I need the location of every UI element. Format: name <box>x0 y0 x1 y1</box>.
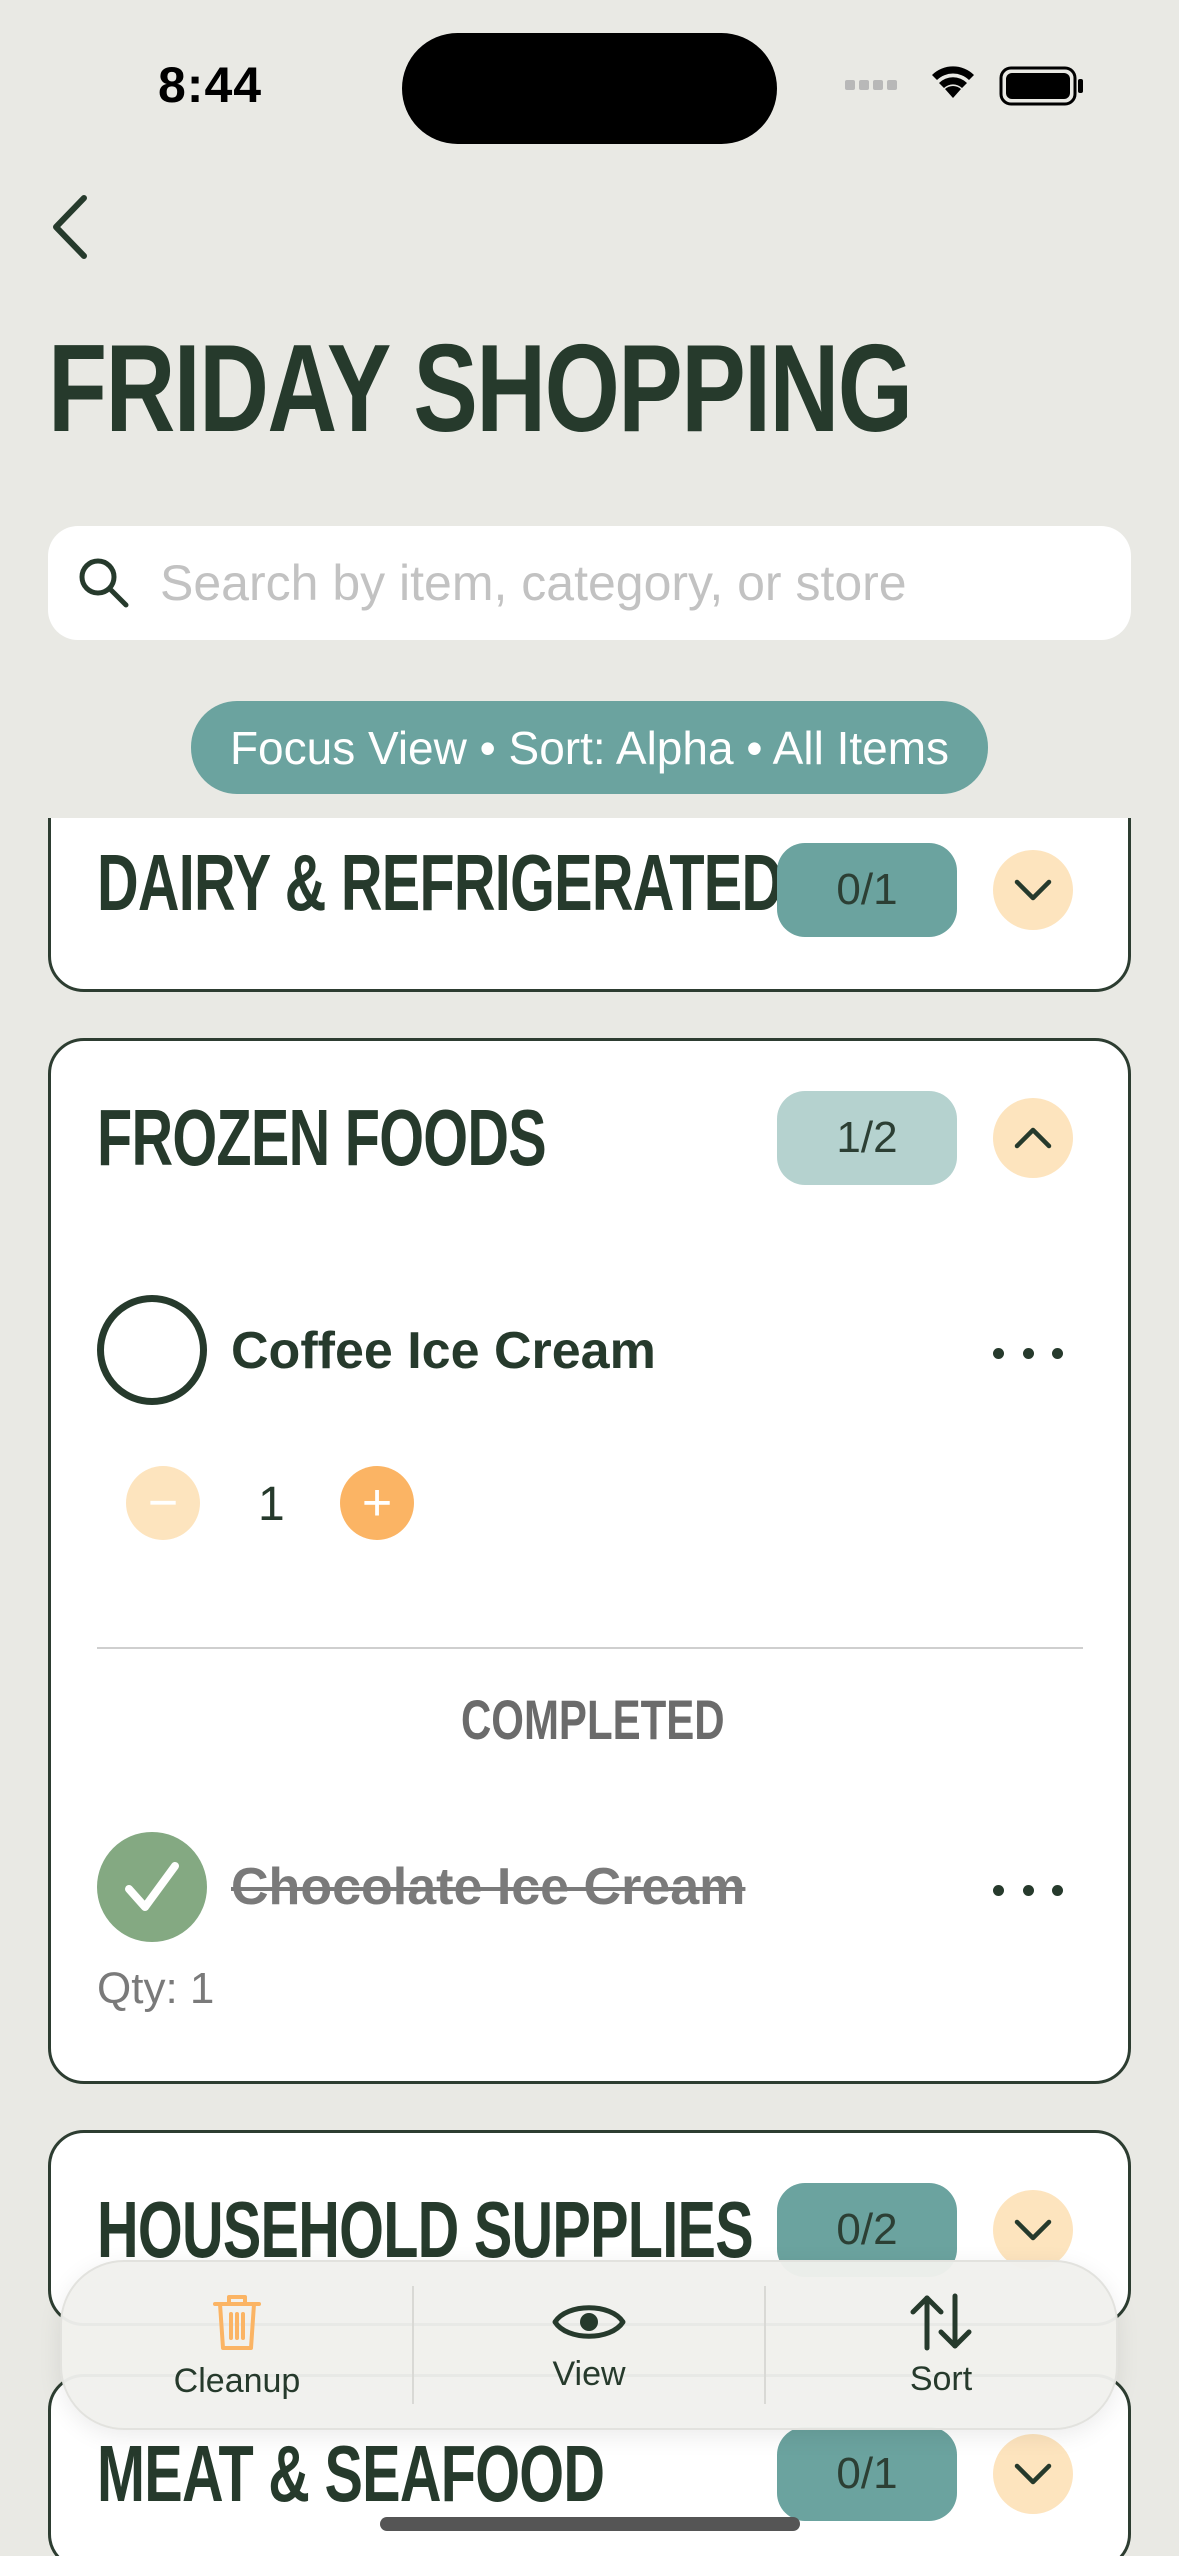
quantity-value: 1 <box>258 1478 285 1531</box>
expand-category-button[interactable] <box>993 2190 1073 2270</box>
category-title: FROZEN FOODS <box>97 1093 547 1182</box>
trash-icon <box>213 2294 261 2350</box>
expand-category-button[interactable] <box>993 2434 1073 2514</box>
category-count-badge: 0/1 <box>777 2427 957 2521</box>
item-more-button[interactable] <box>993 1333 1063 1373</box>
sort-button[interactable]: Sort <box>766 2262 1116 2428</box>
completed-section-label: COMPLETED <box>460 1688 725 1751</box>
cleanup-button[interactable]: Cleanup <box>62 2262 412 2428</box>
checkmark-icon <box>125 1862 179 1911</box>
more-dot-icon <box>1052 1884 1063 1896</box>
increment-button[interactable]: + <box>340 1466 414 1540</box>
signal-icon <box>845 80 897 90</box>
cleanup-label: Cleanup <box>173 2361 301 2400</box>
bottom-toolbar: Cleanup View Sort <box>60 2260 1118 2430</box>
chevron-down-icon <box>1014 2219 1052 2241</box>
collapse-category-button[interactable] <box>993 1098 1073 1178</box>
expand-category-button[interactable] <box>993 850 1073 930</box>
more-dot-icon <box>1022 1347 1034 1359</box>
more-dot-icon <box>993 1884 1004 1896</box>
chevron-left-icon <box>53 195 87 259</box>
dynamic-island <box>402 33 777 144</box>
category-count-badge: 1/2 <box>777 1091 957 1185</box>
battery-icon <box>999 66 1083 106</box>
chevron-up-icon <box>1014 1127 1052 1149</box>
status-icons <box>845 66 1083 106</box>
chevron-down-icon <box>1014 879 1052 901</box>
item-checkbox[interactable] <box>97 1295 207 1405</box>
category-title: DAIRY & REFRIGERATED <box>97 838 783 927</box>
category-title: MEAT & SEAFOOD <box>97 2429 605 2518</box>
view-button[interactable]: View <box>414 2262 764 2428</box>
eye-icon <box>552 2304 626 2339</box>
view-options-pill[interactable]: Focus View • Sort: Alpha • All Items <box>191 701 988 794</box>
back-button[interactable] <box>40 190 104 264</box>
category-count-badge: 0/1 <box>777 843 957 937</box>
status-time: 8:44 <box>158 57 263 113</box>
page-title: FRIDAY SHOPPING <box>48 320 913 458</box>
decrement-button[interactable]: − <box>126 1466 200 1540</box>
home-indicator <box>380 2517 800 2531</box>
more-dot-icon <box>993 1347 1004 1359</box>
more-dot-icon <box>1022 1884 1034 1896</box>
item-name[interactable]: Coffee Ice Cream <box>231 1321 656 1381</box>
sort-label: Sort <box>909 2359 973 2398</box>
item-more-button[interactable] <box>993 1870 1063 1910</box>
sort-arrows-icon <box>910 2293 972 2350</box>
more-dot-icon <box>1052 1347 1063 1359</box>
item-quantity-note: Qty: 1 <box>97 1964 215 2013</box>
wifi-icon <box>932 66 974 98</box>
divider <box>97 1647 1083 1649</box>
category-card-dairy: DAIRY & REFRIGERATED 0/1 <box>48 818 1131 992</box>
chevron-down-icon <box>1014 2463 1052 2485</box>
item-name[interactable]: Chocolate Ice Cream <box>231 1857 745 1917</box>
view-label: View <box>552 2354 626 2393</box>
search-bar[interactable] <box>48 526 1131 640</box>
category-card-frozen: FROZEN FOODS 1/2 Coffee Ice Cream − 1 + … <box>48 1038 1131 2084</box>
search-input[interactable] <box>160 554 1060 612</box>
search-icon <box>79 558 129 608</box>
item-checkbox-checked[interactable] <box>97 1832 207 1942</box>
